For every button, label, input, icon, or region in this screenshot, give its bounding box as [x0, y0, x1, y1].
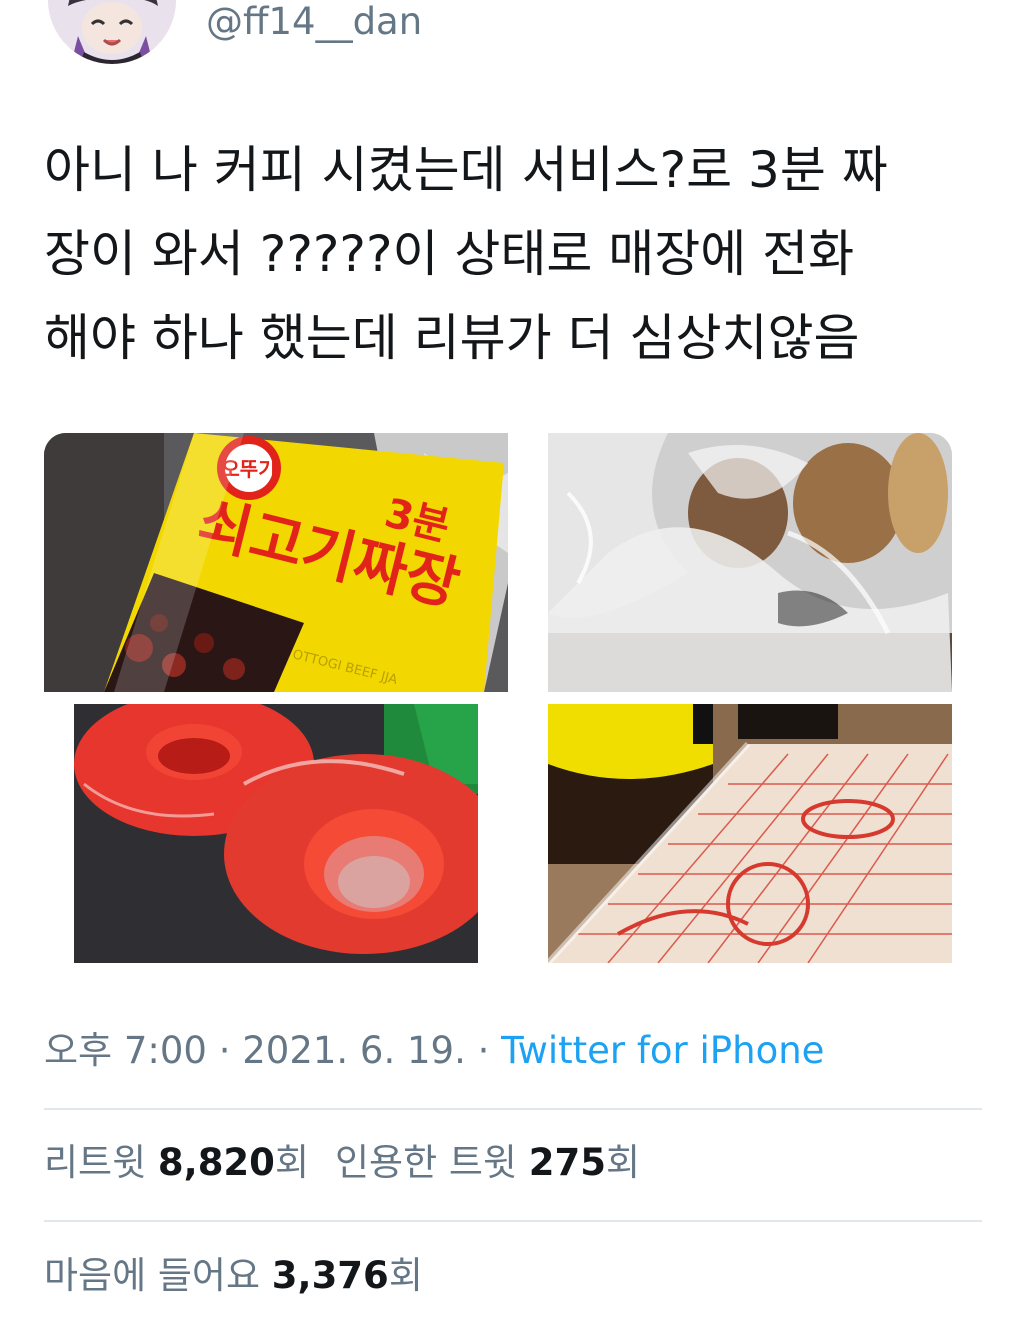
meta-separator: · — [465, 1029, 502, 1072]
retweets-unit: 회 — [274, 1141, 309, 1184]
avatar[interactable] — [48, 0, 176, 64]
tweet-header: @ff14__dan — [0, 0, 1024, 80]
divider — [44, 1220, 982, 1222]
tweet-photo-3[interactable] — [74, 704, 478, 963]
tweet-text: 아니 나 커피 시켰는데 서비스?로 3분 짜 장이 와서 ?????이 상태로… — [44, 141, 888, 367]
photo-icon — [548, 433, 952, 692]
tweet-photo-4[interactable] — [548, 704, 952, 963]
likes-unit: 회 — [388, 1254, 423, 1297]
photo-icon: 오뚜기 쇠고기짜장 3분 OTTOGI BEEF JJA — [44, 433, 508, 692]
meta-separator: · — [206, 1029, 243, 1072]
likes-label: 마음에 들어요 — [44, 1254, 272, 1297]
photo-icon — [548, 704, 952, 963]
tweet-meta: 오후 7:00 · 2021. 6. 19. · Twitter for iPh… — [44, 1028, 824, 1074]
avatar-image — [48, 0, 176, 64]
quotes-count: 275 — [528, 1141, 606, 1184]
tweet-date: 2021. 6. 19. — [242, 1029, 466, 1072]
stats-row-retweets: 리트윗 8,820회 인용한 트윗 275회 — [44, 1140, 640, 1186]
likes-count: 3,376 — [271, 1254, 389, 1297]
retweets-label: 리트윗 — [44, 1141, 158, 1184]
quotes-unit: 회 — [605, 1141, 640, 1184]
media-grid: 오뚜기 쇠고기짜장 3분 OTTOGI BEEF JJA — [44, 433, 954, 963]
retweets-count: 8,820 — [157, 1141, 275, 1184]
divider — [44, 1108, 982, 1110]
tweet-source-link[interactable]: Twitter for iPhone — [501, 1029, 824, 1072]
tweet-photo-2[interactable] — [548, 433, 952, 692]
likes-stat[interactable]: 마음에 들어요 3,376회 — [44, 1253, 423, 1299]
quotes-label: 인용한 트윗 — [334, 1141, 529, 1184]
quotes-stat[interactable]: 인용한 트윗 275회 — [335, 1140, 640, 1186]
author-handle[interactable]: @ff14__dan — [206, 0, 422, 44]
tweet-time: 오후 7:00 — [44, 1029, 207, 1072]
stats-row-likes: 마음에 들어요 3,376회 — [44, 1253, 423, 1299]
photo-icon — [74, 704, 478, 963]
retweets-stat[interactable]: 리트윗 8,820회 — [44, 1140, 309, 1186]
tweet-photo-1[interactable]: 오뚜기 쇠고기짜장 3분 OTTOGI BEEF JJA — [44, 433, 508, 692]
